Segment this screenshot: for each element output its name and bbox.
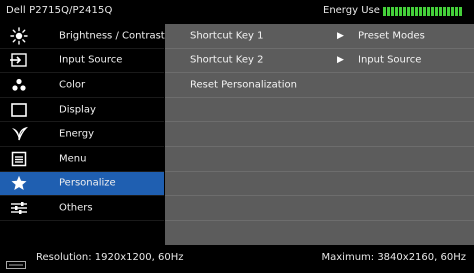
brightness-icon (10, 27, 28, 45)
empty-row (165, 122, 474, 147)
menu-item-others[interactable]: Others (0, 196, 164, 221)
energy-meter-segment (427, 7, 430, 16)
energy-meter-segment (407, 7, 410, 16)
setting-row-shortcut-key-2[interactable]: Shortcut Key 2 ▶ Input Source (165, 49, 474, 74)
arrow-right-icon: ▶ (337, 30, 344, 41)
energy-meter-segment (451, 7, 454, 16)
menu-item-label: Personalize (59, 177, 116, 189)
energy-meter-segment (455, 7, 458, 16)
submenu-panel: Shortcut Key 1 ▶ Preset Modes Shortcut K… (165, 24, 474, 245)
color-icon (10, 77, 28, 93)
arrow-right-icon: ▶ (337, 55, 344, 66)
header-bar: Dell P2715Q/P2415Q Energy Use (0, 0, 474, 22)
menu-item-label: Color (59, 79, 86, 91)
setting-label: Shortcut Key 1 (190, 30, 264, 42)
empty-row (165, 172, 474, 197)
energy-meter-segment (411, 7, 414, 16)
menu-item-menu[interactable]: Menu (0, 147, 164, 172)
energy-meter-segment (419, 7, 422, 16)
energy-meter-segment (399, 7, 402, 16)
sliders-icon (10, 200, 28, 216)
energy-meter-segment (387, 7, 390, 16)
setting-row-shortcut-key-1[interactable]: Shortcut Key 1 ▶ Preset Modes (165, 24, 474, 49)
resolution-icon (6, 254, 26, 273)
energy-meter-segment (439, 7, 442, 16)
empty-row (165, 196, 474, 221)
menu-item-label: Brightness / Contrast (59, 30, 165, 42)
energy-meter-segment (431, 7, 434, 16)
energy-meter-segment (391, 7, 394, 16)
setting-value: Preset Modes (358, 30, 425, 42)
energy-meter-segment (443, 7, 446, 16)
empty-row (165, 98, 474, 123)
energy-meter-segment (435, 7, 438, 16)
menu-item-brightness-contrast[interactable]: Brightness / Contrast (0, 24, 165, 49)
model-name: Dell P2715Q/P2415Q (6, 5, 113, 16)
empty-row (165, 221, 474, 246)
menu-item-display[interactable]: Display (0, 98, 164, 123)
energy-meter-segment (395, 7, 398, 16)
energy-meter-segment (459, 7, 462, 16)
setting-row-reset-personalization[interactable]: Reset Personalization (165, 73, 474, 98)
menu-item-label: Menu (59, 153, 87, 165)
current-resolution: Resolution: 1920x1200, 60Hz (36, 252, 184, 263)
energy-use-label: Energy Use (323, 5, 380, 16)
menu-item-personalize[interactable]: Personalize (0, 171, 164, 197)
setting-label: Reset Personalization (190, 79, 297, 91)
menu-item-label: Others (59, 202, 93, 214)
menu-item-label: Input Source (59, 54, 123, 66)
energy-meter-segment (423, 7, 426, 16)
monitor-osd: Dell P2715Q/P2415Q Energy Use Brightness… (0, 0, 474, 269)
energy-meter-segment (447, 7, 450, 16)
energy-meter-segment (403, 7, 406, 16)
menu-item-input-source[interactable]: Input Source (0, 49, 164, 74)
display-icon (10, 102, 28, 118)
setting-value: Input Source (358, 54, 422, 66)
energy-icon (10, 126, 28, 142)
input-source-icon (10, 52, 28, 68)
status-bar: Resolution: 1920x1200, 60Hz Maximum: 384… (0, 247, 474, 269)
maximum-resolution: Maximum: 3840x2160, 60Hz (321, 252, 467, 263)
setting-label: Shortcut Key 2 (190, 54, 264, 66)
star-icon (10, 175, 28, 191)
menu-item-label: Energy (59, 128, 95, 140)
menu-item-color[interactable]: Color (0, 73, 164, 98)
energy-meter-segment (415, 7, 418, 16)
energy-meter-segment (383, 7, 386, 16)
empty-row (165, 147, 474, 172)
energy-use-meter (383, 7, 462, 16)
menu-icon (10, 151, 28, 167)
menu-item-label: Display (59, 104, 96, 116)
menu-item-energy[interactable]: Energy (0, 122, 164, 147)
main-menu: Brightness / Contrast Input Source Color… (0, 24, 165, 221)
